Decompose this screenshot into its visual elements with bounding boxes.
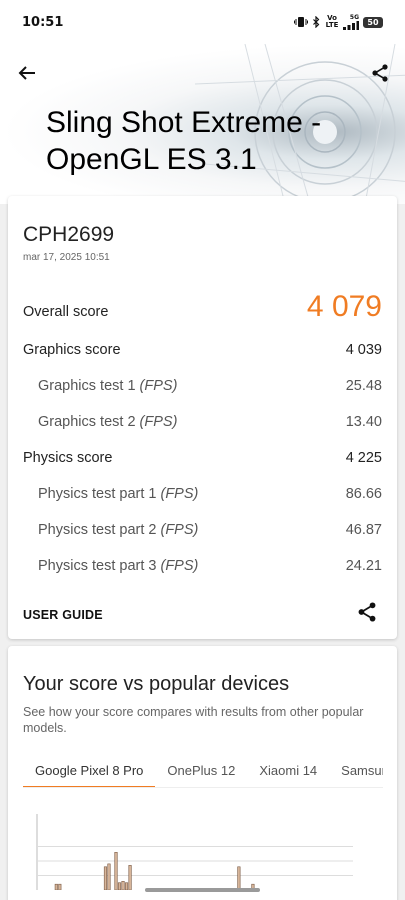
chart-bar <box>107 863 111 890</box>
volte-icon: Vo LTE <box>325 14 339 29</box>
physics-test-2-value: 46.87 <box>345 522 382 538</box>
tab-oneplus-12[interactable]: OnePlus 12 <box>155 754 247 787</box>
graphics-test-1-name: Graphics test 1 <box>38 378 136 394</box>
share-icon <box>372 64 388 82</box>
compare-subtitle: See how your score compares with results… <box>23 705 364 735</box>
graphics-test-1-label: Graphics test 1 (FPS) <box>23 378 177 394</box>
physics-test-2-row: Physics test part 2 (FPS) 46.87 <box>23 522 382 538</box>
physics-test-1-value: 86.66 <box>345 486 382 502</box>
result-date: mar 17, 2025 10:51 <box>23 252 110 263</box>
back-button[interactable] <box>14 60 40 86</box>
status-icons: Vo LTE 5G 50 <box>294 13 383 32</box>
physics-test-1-name: Physics test part 1 <box>38 486 157 502</box>
fps-unit: (FPS) <box>160 522 199 538</box>
status-bar: 10:51 Vo LTE 5G 50 <box>0 0 405 44</box>
physics-score-label: Physics score <box>23 450 113 466</box>
chart-bar <box>128 865 132 890</box>
graphics-test-2-row: Graphics test 2 (FPS) 13.40 <box>23 414 382 430</box>
graphics-test-2-value: 13.40 <box>345 414 382 430</box>
score-distribution-chart <box>36 814 353 890</box>
physics-test-2-label: Physics test part 2 (FPS) <box>23 522 198 538</box>
chart-bar <box>103 866 108 890</box>
score-card: CPH2699 mar 17, 2025 10:51 Overall score… <box>8 196 397 639</box>
share-result-button[interactable] <box>357 602 379 624</box>
physics-test-3-row: Physics test part 3 (FPS) 24.21 <box>23 558 382 574</box>
gesture-nav-handle[interactable] <box>145 888 260 892</box>
fps-unit: (FPS) <box>139 378 178 394</box>
graphics-test-2-label: Graphics test 2 (FPS) <box>23 414 177 430</box>
graphics-score-value: 4 039 <box>345 342 382 358</box>
physics-test-3-label: Physics test part 3 (FPS) <box>23 558 198 574</box>
signal-icon: 5G <box>343 14 359 30</box>
graphics-test-2-name: Graphics test 2 <box>38 414 136 430</box>
tab-xiaomi-14[interactable]: Xiaomi 14 <box>247 754 329 787</box>
share-button[interactable] <box>367 60 393 86</box>
chart-bar <box>121 881 125 890</box>
fps-unit: (FPS) <box>139 414 178 430</box>
battery-icon: 50 <box>363 16 383 28</box>
user-guide-link[interactable]: USER GUIDE <box>23 608 103 622</box>
physics-test-3-name: Physics test part 3 <box>38 558 157 574</box>
fps-unit: (FPS) <box>160 486 199 502</box>
vibrate-icon <box>294 13 308 32</box>
status-time: 10:51 <box>22 14 64 30</box>
chart-bar <box>114 851 118 890</box>
compare-title: Your score vs popular devices <box>23 673 290 695</box>
compare-card: Your score vs popular devices See how yo… <box>8 646 397 900</box>
hero-header: Sling Shot Extreme - OpenGL ES 3.1 <box>0 44 405 204</box>
tab-samsung[interactable]: Samsung <box>329 754 383 787</box>
graphics-score-row: Graphics score 4 039 <box>23 342 382 358</box>
overall-score-row: Overall score 4 079 <box>23 290 382 324</box>
bluetooth-icon <box>312 13 321 32</box>
graphics-score-label: Graphics score <box>23 342 121 358</box>
chart-bar <box>124 882 129 890</box>
share-icon <box>358 602 376 622</box>
physics-score-value: 4 225 <box>345 450 382 466</box>
physics-test-1-row: Physics test part 1 (FPS) 86.66 <box>23 486 382 502</box>
device-name: CPH2699 <box>23 223 115 246</box>
chart-bar <box>54 883 58 890</box>
chart-bar <box>237 866 241 890</box>
graphics-test-1-row: Graphics test 1 (FPS) 25.48 <box>23 378 382 394</box>
page-title: Sling Shot Extreme - OpenGL ES 3.1 <box>46 106 322 176</box>
physics-test-3-value: 24.21 <box>345 558 382 574</box>
graphics-test-1-value: 25.48 <box>345 378 382 394</box>
overall-score-label: Overall score <box>23 304 109 320</box>
overall-score-value: 4 079 <box>306 290 382 323</box>
tab-google-pixel-8-pro[interactable]: Google Pixel 8 Pro <box>23 754 156 787</box>
physics-test-2-name: Physics test part 2 <box>38 522 157 538</box>
arrow-left-icon <box>18 66 35 80</box>
chart-bar <box>58 883 62 890</box>
chart-bar <box>117 882 122 890</box>
device-tabs: Google Pixel 8 Pro OnePlus 12 Xiaomi 14 … <box>23 754 383 788</box>
physics-score-row: Physics score 4 225 <box>23 450 382 466</box>
physics-test-1-label: Physics test part 1 (FPS) <box>23 486 198 502</box>
fps-unit: (FPS) <box>160 558 199 574</box>
